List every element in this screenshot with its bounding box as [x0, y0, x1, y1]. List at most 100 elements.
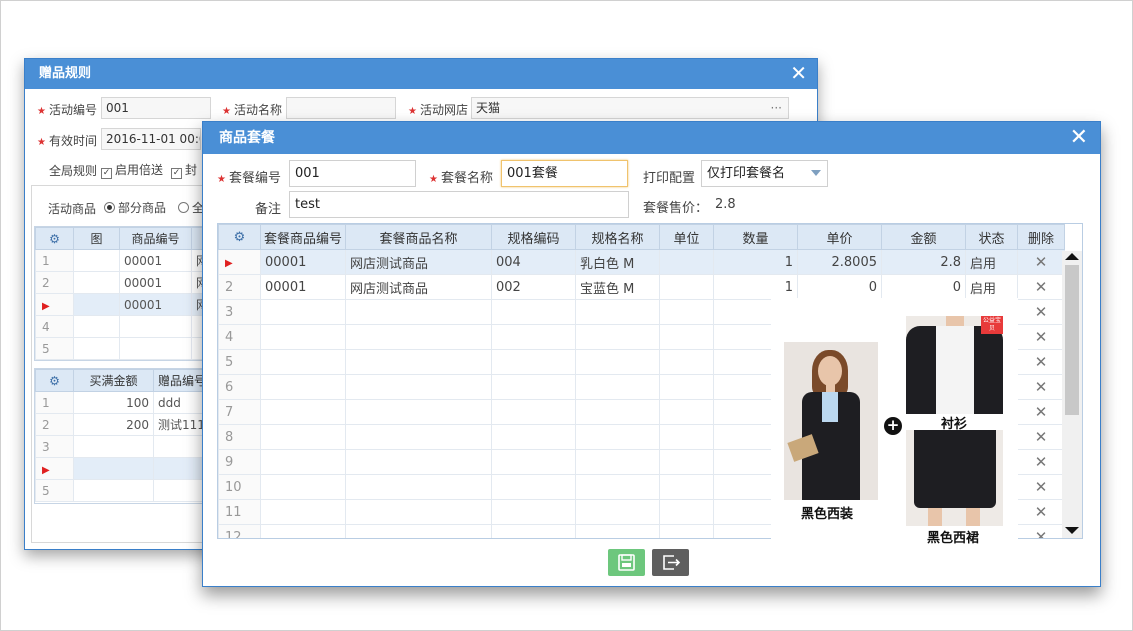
- cap-checkbox[interactable]: ✓ 封: [171, 161, 197, 179]
- store-field[interactable]: 天猫 ···: [471, 97, 789, 119]
- table-row[interactable]: 2 00001 网店测试商品 002 宝蓝色 M 1 0 0 启用 ✕: [218, 274, 1065, 300]
- col-header-status[interactable]: 状态: [965, 224, 1018, 250]
- cell-spec-code[interactable]: [491, 399, 576, 425]
- col-header-item-name[interactable]: 套餐商品名称: [345, 224, 492, 250]
- save-button[interactable]: [608, 549, 645, 576]
- cell-spec-code[interactable]: [491, 499, 576, 525]
- partial-goods-radio[interactable]: 部分商品: [104, 199, 166, 216]
- cell-spec-code[interactable]: [491, 349, 576, 375]
- cell-name[interactable]: [345, 399, 492, 425]
- cell-unit[interactable]: [659, 474, 714, 500]
- cell-name[interactable]: 网店测试商品: [345, 274, 492, 300]
- vertical-scrollbar[interactable]: [1062, 251, 1082, 538]
- package-name-field[interactable]: 001套餐: [501, 160, 628, 187]
- col-header-amount[interactable]: 金额: [881, 224, 966, 250]
- cell-code[interactable]: [260, 374, 346, 400]
- cell-status[interactable]: 启用: [965, 249, 1018, 275]
- cell-spec-name[interactable]: 乳白色 M: [575, 249, 660, 275]
- cell-code[interactable]: 00001: [260, 274, 346, 300]
- col-header-image[interactable]: 图: [73, 227, 120, 250]
- cell-code[interactable]: [260, 424, 346, 450]
- cell-spec-code[interactable]: [491, 449, 576, 475]
- more-icon[interactable]: ···: [771, 98, 782, 118]
- delete-row-icon[interactable]: ✕: [1017, 349, 1065, 375]
- cell-unit[interactable]: [659, 524, 714, 538]
- delete-row-icon[interactable]: ✕: [1017, 499, 1065, 525]
- cell-unit[interactable]: [659, 324, 714, 350]
- scroll-down-icon[interactable]: [1065, 527, 1079, 534]
- col-header-amount[interactable]: 买满金额: [73, 369, 154, 392]
- package-no-field[interactable]: 001: [289, 160, 416, 187]
- cell-status[interactable]: 启用: [965, 274, 1018, 300]
- cell-spec-name[interactable]: [575, 299, 660, 325]
- cell-unit[interactable]: [659, 449, 714, 475]
- col-header-item-code[interactable]: 套餐商品编号: [260, 224, 346, 250]
- col-header-price[interactable]: 单价: [797, 224, 882, 250]
- cell-amount[interactable]: 0: [881, 274, 966, 300]
- delete-row-icon[interactable]: ✕: [1017, 274, 1065, 300]
- cell-qty[interactable]: 1: [713, 249, 798, 275]
- cell-qty[interactable]: 1: [713, 274, 798, 300]
- cell-spec-code[interactable]: [491, 299, 576, 325]
- table-row[interactable]: ▶ 00001 网店测试商品 004 乳白色 M 1 2.8005 2.8 启用 ✕: [218, 249, 1065, 275]
- print-config-select[interactable]: 仅打印套餐名: [701, 160, 828, 187]
- cell-spec-name[interactable]: [575, 374, 660, 400]
- close-icon[interactable]: ✕: [790, 59, 807, 87]
- delete-row-icon[interactable]: ✕: [1017, 399, 1065, 425]
- cell-code[interactable]: [260, 499, 346, 525]
- cell-spec-name[interactable]: [575, 424, 660, 450]
- delete-row-icon[interactable]: ✕: [1017, 524, 1065, 538]
- gift-rule-titlebar[interactable]: 赠品规则 ✕: [25, 59, 817, 89]
- cell-name[interactable]: [345, 524, 492, 538]
- package-titlebar[interactable]: 商品套餐 ✕: [203, 122, 1100, 154]
- cell-spec-code[interactable]: [491, 324, 576, 350]
- cell-unit[interactable]: [659, 374, 714, 400]
- remark-field[interactable]: test: [289, 191, 629, 218]
- delete-row-icon[interactable]: ✕: [1017, 474, 1065, 500]
- cell-spec-code[interactable]: 002: [491, 274, 576, 300]
- close-icon[interactable]: ✕: [1070, 122, 1088, 154]
- cell-spec-name[interactable]: [575, 399, 660, 425]
- cell-spec-name[interactable]: [575, 474, 660, 500]
- activity-no-field[interactable]: 001: [101, 97, 211, 119]
- scroll-up-icon[interactable]: [1065, 253, 1079, 260]
- cell-code[interactable]: [260, 324, 346, 350]
- col-header-qty[interactable]: 数量: [713, 224, 798, 250]
- enable-double-checkbox[interactable]: ✓ 启用倍送: [101, 161, 163, 179]
- col-header-code[interactable]: 商品编号: [119, 227, 192, 250]
- settings-icon[interactable]: ⚙: [35, 227, 74, 250]
- cell-spec-name[interactable]: [575, 324, 660, 350]
- cell-code[interactable]: 00001: [260, 249, 346, 275]
- cell-spec-name[interactable]: [575, 349, 660, 375]
- all-goods-radio[interactable]: 全: [178, 199, 204, 216]
- col-header-unit[interactable]: 单位: [659, 224, 714, 250]
- cell-amount[interactable]: 2.8: [881, 249, 966, 275]
- cell-name[interactable]: [345, 474, 492, 500]
- delete-row-icon[interactable]: ✕: [1017, 424, 1065, 450]
- cell-name[interactable]: [345, 374, 492, 400]
- cell-unit[interactable]: [659, 274, 714, 300]
- cell-code[interactable]: [260, 399, 346, 425]
- cell-code[interactable]: [260, 299, 346, 325]
- cell-unit[interactable]: [659, 349, 714, 375]
- cell-name[interactable]: 网店测试商品: [345, 249, 492, 275]
- settings-icon[interactable]: ⚙: [35, 369, 74, 392]
- cell-unit[interactable]: [659, 299, 714, 325]
- valid-time-field[interactable]: 2016-11-01 00:00:0: [101, 128, 201, 150]
- delete-row-icon[interactable]: ✕: [1017, 374, 1065, 400]
- delete-row-icon[interactable]: ✕: [1017, 449, 1065, 475]
- cell-spec-code[interactable]: [491, 374, 576, 400]
- cell-spec-name[interactable]: [575, 524, 660, 538]
- cell-price[interactable]: 2.8005: [797, 249, 882, 275]
- cell-price[interactable]: 0: [797, 274, 882, 300]
- cell-spec-name[interactable]: 宝蓝色 M: [575, 274, 660, 300]
- cell-name[interactable]: [345, 424, 492, 450]
- cell-spec-name[interactable]: [575, 449, 660, 475]
- col-header-spec-name[interactable]: 规格名称: [575, 224, 660, 250]
- cell-spec-code[interactable]: [491, 524, 576, 538]
- cell-unit[interactable]: [659, 499, 714, 525]
- cell-code[interactable]: [260, 349, 346, 375]
- cell-spec-code[interactable]: [491, 474, 576, 500]
- cell-code[interactable]: [260, 524, 346, 538]
- cell-name[interactable]: [345, 299, 492, 325]
